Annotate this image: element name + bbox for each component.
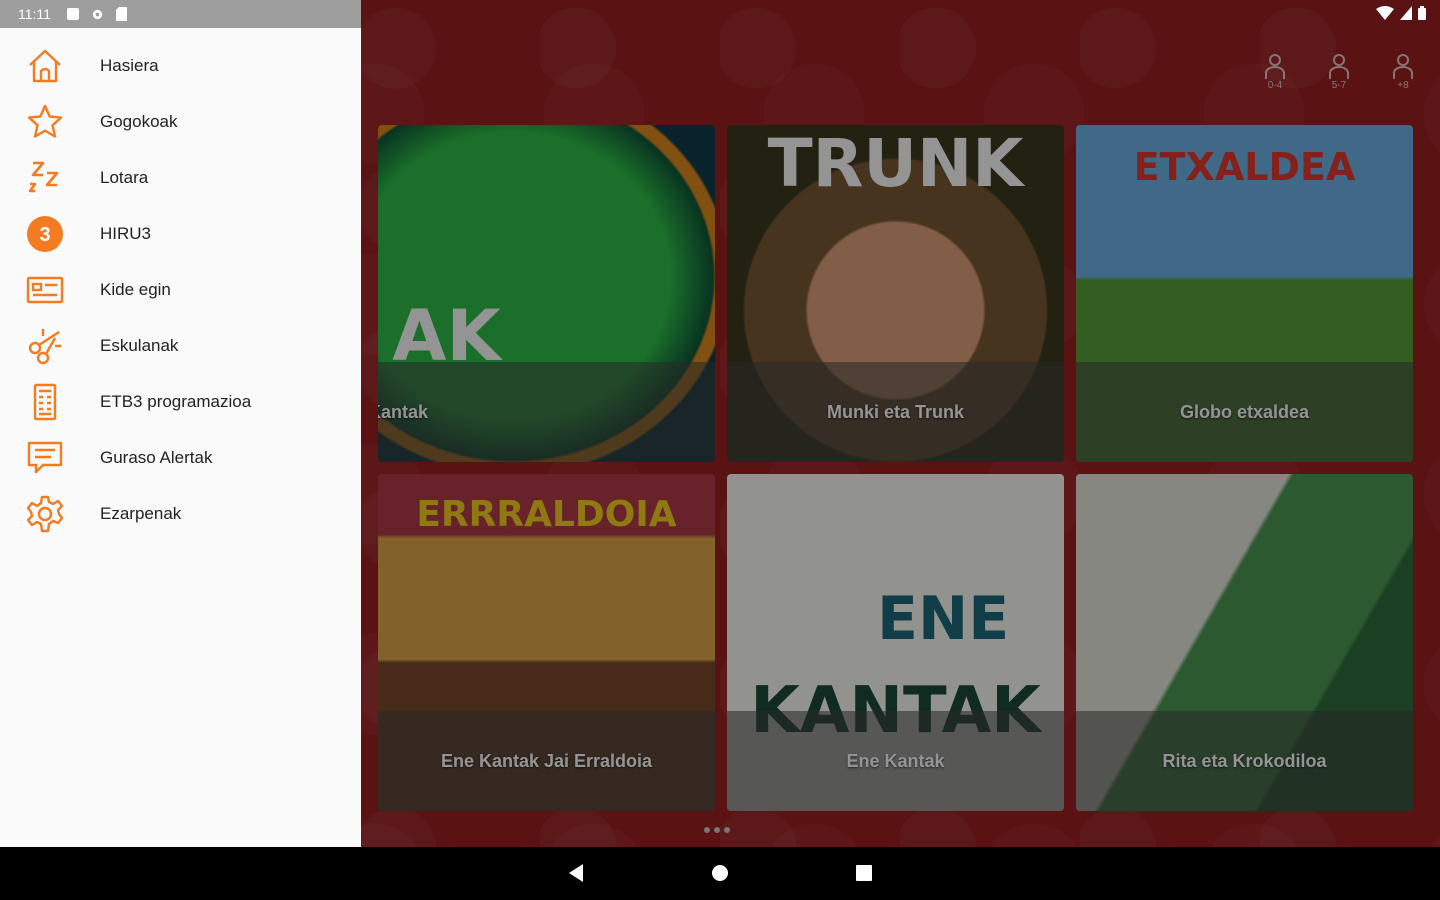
card-title: Ene Kantak: [846, 750, 945, 771]
card-title: Kantak: [378, 401, 429, 422]
card-art-title: ERRRALDOIA: [416, 494, 677, 535]
nav-item-hiru3[interactable]: 3 HIRU3: [0, 206, 361, 262]
card-art-title: ETXALDEA: [1133, 145, 1356, 189]
nav-item-ezarpenak[interactable]: Ezarpenak: [0, 486, 361, 542]
back-icon: [569, 864, 583, 882]
age-filter-5-7[interactable]: 5-7: [1320, 52, 1358, 94]
card-art-title: TRUNK: [767, 125, 1024, 202]
member-card-icon: [24, 269, 66, 311]
home-circle-icon: [712, 865, 728, 881]
nav-item-etb3-programazioa[interactable]: ETB3 programazioa: [0, 374, 361, 430]
child-icon: [1393, 54, 1413, 79]
back-button[interactable]: [564, 861, 588, 885]
card-caption: Ene Kantak: [727, 711, 1064, 811]
hiru3-icon: 3: [24, 213, 66, 255]
card-title: Ene Kantak Jai Erraldoia: [440, 750, 653, 771]
nav-label: Gogokoak: [100, 112, 178, 131]
home-icon: [24, 45, 66, 87]
navigation-drawer: Hasiera Gogokoak Lotara 3 HIRU3 Kide egi…: [0, 28, 361, 847]
signal-icon: [1400, 6, 1412, 20]
age-filter-label: 0-4: [1267, 80, 1283, 91]
hiru3-badge: 3: [39, 224, 50, 246]
age-filter-bar: 0-4 5-7 +8: [1256, 52, 1422, 94]
scissors-icon: [24, 325, 66, 367]
star-icon: [24, 101, 66, 143]
battery-icon: [1418, 6, 1426, 20]
notification-icon: [66, 8, 79, 20]
card-art-title: ENE: [877, 584, 1010, 654]
settings-notification-icon: [92, 9, 103, 19]
nav-label: HIRU3: [100, 224, 152, 243]
program-card-globo-etxaldea[interactable]: ETXALDEA Globo etxaldea: [1076, 125, 1413, 462]
card-caption: Globo etxaldea: [1076, 362, 1413, 462]
nav-item-guraso-alertak[interactable]: Guraso Alertak: [0, 430, 361, 486]
nav-item-eskulanak[interactable]: Eskulanak: [0, 318, 361, 374]
program-card-ene-kantak[interactable]: ENE KANTAK Ene Kantak: [727, 474, 1064, 811]
status-time: 11:11: [18, 6, 51, 22]
card-caption: Rita eta Krokodiloa: [1076, 711, 1413, 811]
program-card-kantak[interactable]: AK Kantak: [378, 125, 715, 462]
age-filter-0-4[interactable]: 0-4: [1256, 52, 1294, 94]
card-caption: Munki eta Trunk: [727, 362, 1064, 462]
program-card-munki-eta-trunk[interactable]: TRUNK Munki eta Trunk: [727, 125, 1064, 462]
recents-button[interactable]: [852, 861, 876, 885]
card-caption: Kantak: [378, 362, 715, 462]
child-icon: [1265, 54, 1285, 79]
card-title: Globo etxaldea: [1179, 401, 1310, 422]
age-filter-label: +8: [1397, 80, 1409, 91]
program-card-rita-eta-krokodiloa[interactable]: Rita eta Krokodiloa: [1076, 474, 1413, 811]
chat-alert-icon: [24, 437, 66, 479]
nav-label: Lotara: [100, 168, 149, 187]
card-caption: Ene Kantak Jai Erraldoia: [378, 711, 715, 811]
nav-label: Eskulanak: [100, 336, 179, 355]
card-title: Rita eta Krokodiloa: [1162, 750, 1327, 771]
gear-icon: [24, 493, 66, 535]
schedule-icon: [24, 381, 66, 423]
nav-label: ETB3 programazioa: [100, 392, 252, 411]
nav-label: Hasiera: [100, 56, 159, 75]
nav-item-hasiera[interactable]: Hasiera: [0, 38, 361, 94]
recents-icon: [856, 865, 872, 881]
nav-label: Ezarpenak: [100, 504, 182, 523]
status-icons: [1376, 6, 1426, 20]
program-card-ene-kantak-jai-erraldoia[interactable]: ERRRALDOIA Ene Kantak Jai Erraldoia: [378, 474, 715, 811]
age-filter-label: 5-7: [1331, 80, 1347, 91]
system-navigation-bar: [0, 847, 1440, 900]
card-title: Munki eta Trunk: [826, 401, 965, 422]
nav-label: Guraso Alertak: [100, 448, 213, 467]
nav-item-gogokoak[interactable]: Gogokoak: [0, 94, 361, 150]
sleep-icon: [24, 157, 66, 199]
wifi-icon: [1376, 6, 1394, 20]
child-icon: [1329, 54, 1349, 79]
age-filter-8-plus[interactable]: +8: [1384, 52, 1422, 94]
sd-card-icon: [115, 7, 127, 21]
nav-label: Kide egin: [100, 280, 171, 299]
nav-item-kide-egin[interactable]: Kide egin: [0, 262, 361, 318]
page-indicator: [704, 827, 730, 833]
status-bar: 11:11: [0, 0, 361, 28]
home-button[interactable]: [708, 861, 732, 885]
nav-item-lotara[interactable]: Lotara: [0, 150, 361, 206]
